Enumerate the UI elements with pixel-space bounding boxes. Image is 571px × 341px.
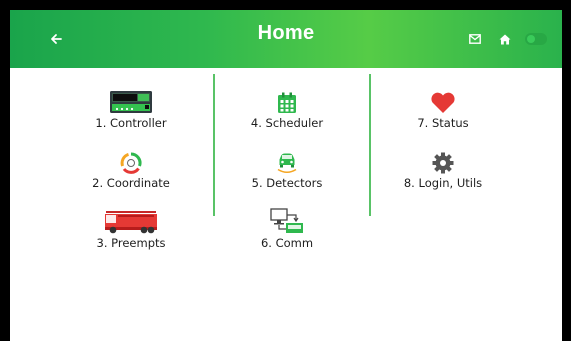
app-window: Home 1. Controller 2. Coordinate 3. Pree… (0, 0, 571, 341)
menu-item-preempts[interactable]: 3. Preempts (72, 204, 190, 254)
menu-item-login-utils[interactable]: 8. Login, Utils (384, 144, 502, 194)
coordinate-icon (120, 152, 142, 174)
heart-icon (431, 92, 455, 113)
toggle-knob (527, 35, 535, 43)
menu-item-label: 5. Detectors (251, 176, 323, 190)
network-icon (270, 208, 303, 233)
gear-icon (432, 152, 454, 174)
envelope-icon (469, 34, 481, 44)
menu-item-label: 2. Coordinate (92, 176, 170, 190)
menu-item-label: 3. Preempts (96, 236, 166, 250)
menu-item-comm[interactable]: 6. Comm (228, 204, 346, 254)
menu-item-coordinate[interactable]: 2. Coordinate (72, 144, 190, 194)
menu-item-label: 1. Controller (95, 116, 167, 130)
home-icon (499, 34, 511, 44)
mode-toggle[interactable] (525, 33, 547, 45)
column-divider (369, 74, 371, 216)
menu-item-detectors[interactable]: 5. Detectors (228, 144, 346, 194)
mail-button[interactable] (466, 30, 484, 48)
menu-item-status[interactable]: 7. Status (384, 84, 502, 134)
menu-item-controller[interactable]: 1. Controller (72, 84, 190, 134)
fire-truck-icon (105, 211, 157, 234)
menu-item-scheduler[interactable]: 4. Scheduler (228, 84, 346, 134)
controller-icon (110, 91, 152, 113)
menu-item-label: 8. Login, Utils (403, 176, 483, 190)
calendar-icon (278, 92, 296, 113)
menu-item-label: 4. Scheduler (250, 116, 324, 130)
home-button[interactable] (496, 30, 514, 48)
header-bar: Home (10, 10, 562, 68)
column-divider (213, 74, 215, 216)
menu-item-label: 7. Status (417, 116, 469, 130)
car-detector-icon (277, 153, 297, 174)
menu-item-label: 6. Comm (260, 236, 314, 250)
